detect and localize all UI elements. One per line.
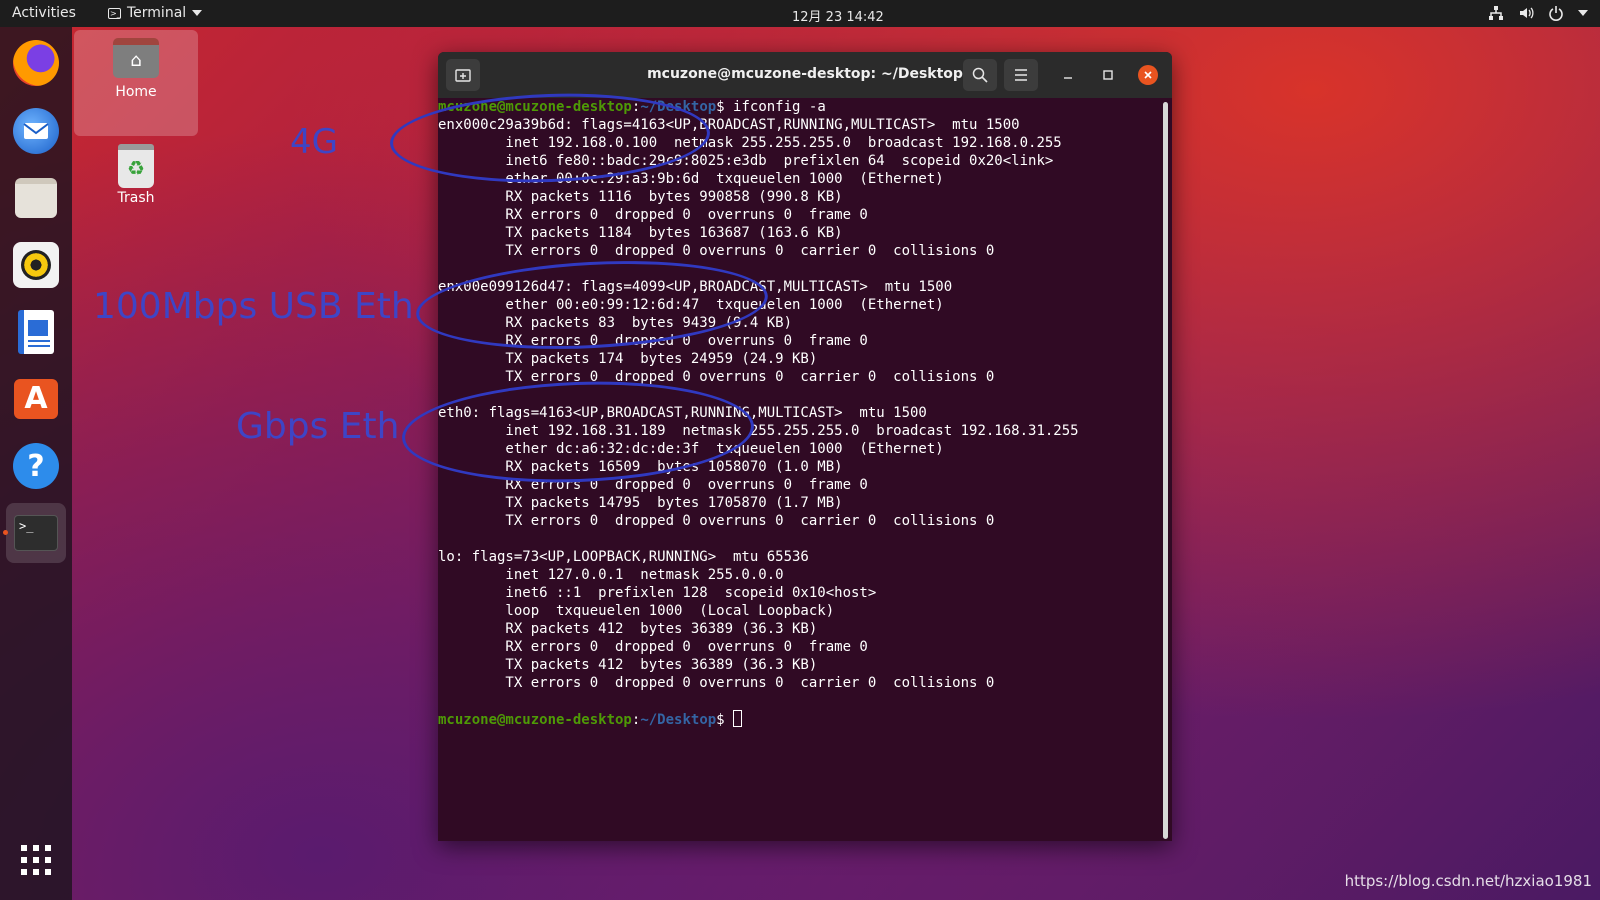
- output-line: TX packets 412 bytes 36389 (36.3 KB): [438, 657, 818, 673]
- output-line: inet6 ::1 prefixlen 128 scopeid 0x10<hos…: [438, 585, 877, 601]
- output-line: RX packets 1116 bytes 990858 (990.8 KB): [438, 189, 843, 205]
- help-icon: ?: [13, 443, 59, 489]
- watermark: https://blog.csdn.net/hzxiao1981: [1344, 872, 1592, 890]
- maximize-icon: [1103, 70, 1113, 80]
- close-button[interactable]: [1138, 65, 1158, 85]
- annotation-gbps-eth: Gbps Eth: [236, 406, 400, 447]
- trash-icon: ♻: [118, 144, 154, 188]
- text-cursor: [733, 710, 743, 727]
- output-line: RX packets 412 bytes 36389 (36.3 KB): [438, 621, 818, 637]
- minimize-button[interactable]: [1058, 65, 1078, 85]
- current-prompt[interactable]: mcuzone@mcuzone-desktop:~/Desktop$: [438, 710, 1158, 728]
- output-line: TX errors 0 dropped 0 overruns 0 carrier…: [438, 243, 995, 259]
- system-menu[interactable]: [1488, 5, 1588, 21]
- output-line: TX errors 0 dropped 0 overruns 0 carrier…: [438, 513, 995, 529]
- output-line: RX errors 0 dropped 0 overruns 0 frame 0: [438, 207, 868, 223]
- output-line: TX packets 174 bytes 24959 (24.9 KB): [438, 351, 818, 367]
- network-icon: [1489, 6, 1503, 20]
- app-menu[interactable]: >_ Terminal: [108, 5, 203, 21]
- app-menu-label: Terminal: [127, 5, 187, 21]
- dock: A ? >_: [0, 27, 72, 900]
- software-center-icon: A: [14, 379, 58, 419]
- dock-firefox[interactable]: [6, 33, 66, 93]
- annotation-4g: 4G: [290, 122, 338, 162]
- output-line: RX errors 0 dropped 0 overruns 0 frame 0: [438, 639, 868, 655]
- hamburger-menu-button[interactable]: [1004, 59, 1038, 91]
- prompt-dollar: $: [716, 99, 734, 115]
- close-icon: [1144, 71, 1152, 79]
- scrollbar[interactable]: [1163, 102, 1168, 839]
- terminal-app-icon: >_: [108, 7, 121, 19]
- search-icon: [972, 67, 988, 83]
- prompt-dollar: $: [716, 712, 734, 728]
- clock[interactable]: 12月 23 14:42: [792, 6, 884, 25]
- libreoffice-writer-icon: [18, 310, 54, 354]
- rhythmbox-icon: [13, 242, 59, 288]
- running-indicator: [3, 530, 8, 535]
- activities-button[interactable]: Activities: [12, 5, 76, 21]
- chevron-down-icon: [1578, 10, 1588, 16]
- grid-icon: [21, 845, 51, 875]
- desktop-trash-label: Trash: [117, 190, 155, 206]
- output-line: lo: flags=73<UP,LOOPBACK,RUNNING> mtu 65…: [438, 549, 809, 565]
- dock-help[interactable]: ?: [6, 436, 66, 496]
- files-icon: [15, 178, 57, 218]
- output-line: TX packets 14795 bytes 1705870 (1.7 MB): [438, 495, 843, 511]
- output-line: inet 127.0.0.1 netmask 255.0.0.0: [438, 567, 784, 583]
- terminal-icon: >_: [14, 515, 58, 551]
- desktop-home-label: Home: [115, 84, 157, 100]
- dock-thunderbird[interactable]: [6, 101, 66, 161]
- chevron-down-icon: [192, 10, 203, 16]
- command-text: ifconfig -a: [733, 99, 826, 115]
- prompt-path: ~/Desktop: [640, 712, 717, 728]
- home-folder-icon: ⌂: [113, 38, 159, 78]
- prompt-user: mcuzone@mcuzone-desktop: [438, 712, 632, 728]
- volume-icon: [1520, 7, 1534, 19]
- minimize-icon: [1064, 77, 1072, 79]
- dock-terminal[interactable]: >_: [6, 503, 66, 563]
- power-icon: [1549, 6, 1563, 21]
- firefox-icon: [13, 40, 59, 86]
- terminal-header-bar[interactable]: mcuzone@mcuzone-desktop: ~/Desktop: [438, 52, 1172, 98]
- dock-writer[interactable]: [6, 302, 66, 362]
- output-line: TX errors 0 dropped 0 overruns 0 carrier…: [438, 675, 995, 691]
- output-line: TX packets 1184 bytes 163687 (163.6 KB): [438, 225, 843, 241]
- dock-files[interactable]: [6, 168, 66, 228]
- dock-software[interactable]: A: [6, 369, 66, 429]
- top-bar: Activities >_ Terminal 12月 23 14:42: [0, 0, 1600, 27]
- annotation-usb-eth: 100Mbps USB Eth: [93, 286, 414, 327]
- output-line: loop txqueuelen 1000 (Local Loopback): [438, 603, 835, 619]
- desktop-home[interactable]: ⌂ Home: [74, 30, 198, 136]
- dock-rhythmbox[interactable]: [6, 235, 66, 295]
- show-applications-button[interactable]: [6, 830, 66, 890]
- desktop-trash[interactable]: ♻ Trash: [74, 142, 198, 212]
- hamburger-icon: [1015, 69, 1027, 81]
- thunderbird-icon: [13, 108, 59, 154]
- maximize-button[interactable]: [1098, 65, 1118, 85]
- search-button[interactable]: [963, 59, 997, 91]
